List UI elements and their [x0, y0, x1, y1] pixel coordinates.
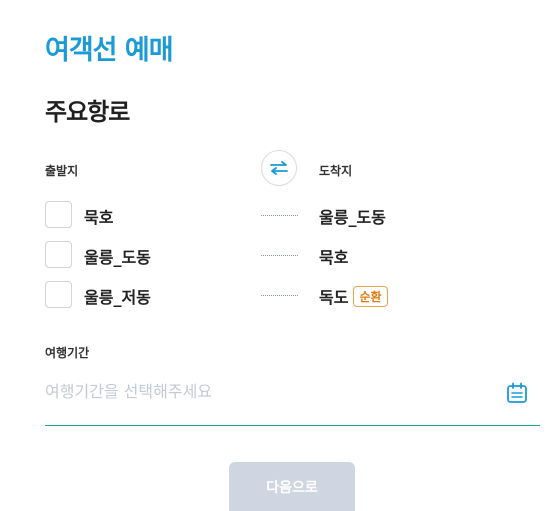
section-title-main-routes: 주요항로 — [45, 98, 130, 126]
travel-period-label: 여행기간 — [45, 346, 90, 360]
route-arrival: 울릉_도동 — [319, 208, 386, 227]
circular-route-badge: 순환 — [353, 286, 388, 307]
route-arrival: 독도 순환 — [319, 284, 388, 308]
next-button[interactable]: 다음으로 — [229, 462, 355, 511]
route-connector — [261, 215, 298, 216]
route-departure: 울릉_저동 — [84, 288, 151, 307]
route-departure: 묵호 — [84, 208, 114, 227]
route-connector — [261, 255, 298, 256]
calendar-icon[interactable] — [506, 382, 528, 404]
route-departure: 울릉_도동 — [84, 248, 151, 267]
route-checkbox[interactable] — [45, 241, 72, 268]
swap-button[interactable] — [261, 150, 297, 186]
page-title: 여객선 예매 — [45, 35, 174, 66]
arrival-label: 도착지 — [319, 164, 353, 178]
route-arrival: 묵호 — [319, 248, 349, 267]
swap-arrows-icon — [270, 161, 288, 175]
route-checkbox[interactable] — [45, 201, 72, 228]
route-row: 울릉_저동 독도 순환 — [45, 281, 515, 311]
departure-label: 출발지 — [45, 164, 79, 178]
travel-period-field — [45, 370, 540, 426]
route-checkbox[interactable] — [45, 281, 72, 308]
route-row: 울릉_도동 묵호 — [45, 241, 515, 271]
travel-period-input[interactable] — [45, 376, 495, 406]
route-row: 묵호 울릉_도동 — [45, 201, 515, 231]
route-connector — [261, 295, 298, 296]
